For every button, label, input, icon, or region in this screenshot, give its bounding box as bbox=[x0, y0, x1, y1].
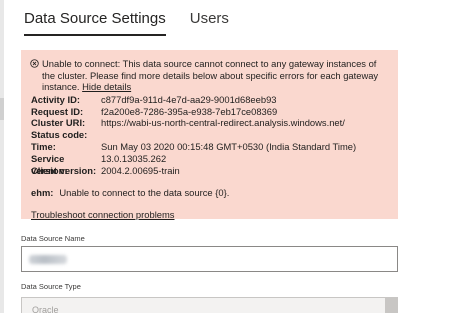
troubleshoot-link[interactable]: Troubleshoot connection problems bbox=[31, 209, 175, 220]
data-source-type-select[interactable]: Oracle bbox=[21, 297, 398, 313]
detail-row-service-version: Service version: 13.0.13035.262 bbox=[31, 152, 388, 176]
detail-row-request-id: Request ID: f2a200e8-7286-395a-e938-7eb1… bbox=[31, 106, 388, 118]
ehm-key: ehm: bbox=[31, 187, 54, 199]
detail-value: 2004.2.00695-train bbox=[101, 164, 180, 176]
detail-key: Time: bbox=[31, 140, 56, 152]
left-scroll-strip bbox=[0, 0, 4, 313]
settings-page: Data Source Settings Users Unable to con… bbox=[0, 0, 474, 313]
detail-key: Client version: bbox=[31, 164, 97, 176]
detail-key: Request ID: bbox=[31, 105, 84, 117]
detail-value: Sun May 03 2020 00:15:48 GMT+0530 (India… bbox=[101, 140, 357, 152]
redacted-value-blur bbox=[29, 255, 67, 264]
detail-key: Cluster URI: bbox=[31, 117, 86, 129]
detail-row-cluster-uri: Cluster URI: https://wabi-us-north-centr… bbox=[31, 117, 388, 129]
error-panel: Unable to connect: This data source cann… bbox=[21, 50, 398, 221]
ehm-row: ehm: Unable to connect to the data sourc… bbox=[31, 187, 388, 199]
tab-data-source-settings[interactable]: Data Source Settings bbox=[24, 8, 166, 36]
detail-key: Service version: bbox=[31, 152, 68, 176]
detail-row-time: Time: Sun May 03 2020 00:15:48 GMT+0530 … bbox=[31, 141, 388, 153]
detail-value: 13.0.13035.262 bbox=[101, 152, 167, 164]
detail-key: Activity ID: bbox=[31, 93, 80, 105]
troubleshoot-row: Troubleshoot connection problems bbox=[31, 209, 388, 221]
detail-row-status-code: Status code: bbox=[31, 129, 388, 141]
error-circle-icon bbox=[30, 59, 39, 68]
data-source-type-label: Data Source Type bbox=[21, 282, 81, 291]
data-source-type-value: Oracle bbox=[32, 305, 59, 313]
data-source-name-label: Data Source Name bbox=[21, 234, 85, 243]
error-details: Activity ID: c877df9a-911d-4e7d-aa29-900… bbox=[31, 94, 388, 177]
hide-details-link[interactable]: Hide details bbox=[82, 81, 131, 92]
data-source-name-input[interactable] bbox=[21, 246, 398, 272]
detail-value: f2a200e8-7286-395a-e938-7eb17ce08369 bbox=[101, 105, 278, 117]
detail-row-client-version: Client version: 2004.2.00695-train bbox=[31, 165, 388, 177]
tab-bar: Data Source Settings Users bbox=[24, 8, 253, 38]
detail-row-activity-id: Activity ID: c877df9a-911d-4e7d-aa29-900… bbox=[31, 94, 388, 106]
detail-value: c877df9a-911d-4e7d-aa29-9001d68eeb93 bbox=[101, 93, 277, 105]
dropdown-button[interactable] bbox=[385, 298, 397, 313]
tab-users[interactable]: Users bbox=[190, 8, 229, 34]
ehm-value: Unable to connect to the data source {0}… bbox=[59, 187, 230, 199]
detail-value: https://wabi-us-north-central-redirect.a… bbox=[101, 117, 345, 129]
detail-key: Status code: bbox=[31, 129, 88, 141]
left-strip-marker bbox=[0, 98, 4, 120]
error-header: Unable to connect: This data source cann… bbox=[30, 58, 388, 93]
